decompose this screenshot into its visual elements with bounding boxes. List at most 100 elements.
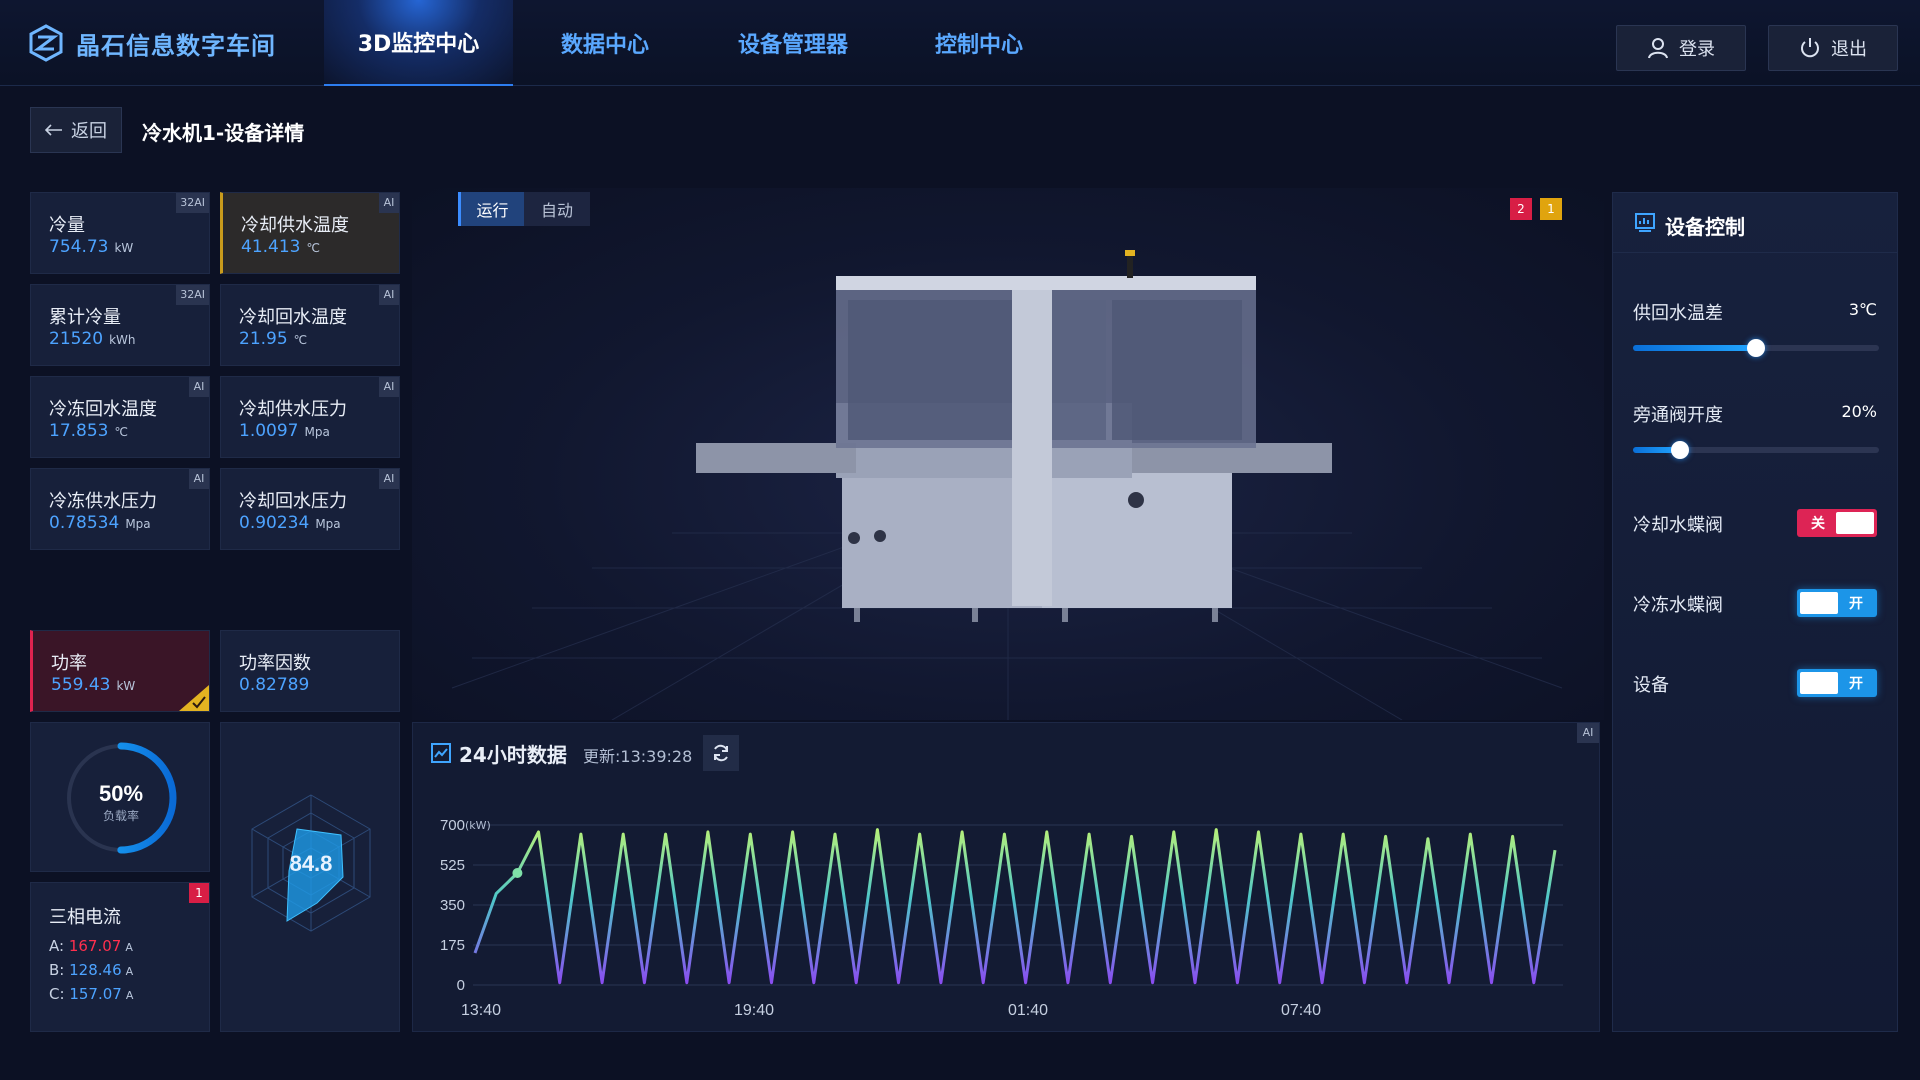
y-tick-label: 700 [440,817,465,834]
metric-value: 41.413 ℃ [241,237,320,257]
alarm-count-badge: 1 [189,883,209,903]
24h-data-chart-panel: 24小时数据 更新:13:39:28 AI 700 525 350 175 0 13:4… [412,722,1600,1032]
tab-3d-monitor[interactable]: 3D监控中心 [324,0,513,86]
phase-b-line: B: 128.46 A [49,961,134,979]
metric-card-cooling-supply-pressure[interactable]: 冷却供水压力 1.0097 Mpa AI [220,376,400,458]
line-chart: 700 525 350 175 0 13:40 19:40 01:40 07:40 (kW) [440,817,1563,1019]
toggle-label-chilled-valve: 冷冻水蝶阀 [1633,595,1723,616]
login-button[interactable]: 登录 [1616,25,1746,71]
device-control-panel: 设备控制 供回水温差 3℃ 旁通阀开度 20% 冷却水蝶阀 关 冷冻水蝶阀 开 … [1612,192,1898,1032]
tab-device-manager[interactable]: 设备管理器 [712,0,874,86]
toggle-knob [1800,592,1838,614]
metric-value: 0.78534 Mpa [49,513,151,533]
metric-value: 559.43 kW [51,675,136,695]
metric-value: 0.82789 [239,675,310,695]
metric-card-power[interactable]: 功率 559.43 kW [30,630,210,712]
user-icon [1648,38,1668,59]
slider-value-bypass-valve: 20% [1841,402,1877,421]
machine-model [451,250,1563,720]
series-line [473,828,1557,985]
metric-card-cooling-return-temp[interactable]: 冷却回水温度 21.95 ℃ AI [220,284,400,366]
metric-label: 冷却回水压力 [239,491,347,512]
metric-label: 冷却回水温度 [239,307,347,328]
phase-c-line: C: 157.07 A [49,985,134,1003]
metric-tag: 32AI [176,285,209,305]
bypass-valve-slider[interactable] [1633,441,1879,459]
metric-label: 累计冷量 [49,307,121,328]
metric-card-cooling-supply-temp[interactable]: 冷却供水温度 41.413 ℃ AI [220,192,400,274]
metric-label: 功率 [51,653,87,674]
three-phase-current-card[interactable]: 三相电流 1 A: 167.07 A B: 128.46 A C: 157.07 A [30,882,210,1032]
gauge-value: 50% [99,781,143,806]
toggle-label-cooling-valve: 冷却水蝶阀 [1633,515,1723,536]
brand[interactable]: 晶石信息数字车间 [28,24,276,62]
metric-card-cooling-return-pressure[interactable]: 冷却回水压力 0.90234 Mpa AI [220,468,400,550]
three-phase-label: 三相电流 [49,907,121,928]
slider-label-temp-diff: 供回水温差 [1633,303,1723,324]
toggle-knob [1836,512,1874,534]
control-panel-header: 设备控制 [1613,193,1897,253]
metric-card-chilled-supply-pressure[interactable]: 冷冻供水压力 0.78534 Mpa AI [30,468,210,550]
page-title: 冷水机1-设备详情 [142,121,305,145]
toggle-knob [1800,672,1838,694]
toggle-text: 开 [1849,596,1863,612]
radar-value: 84.8 [290,851,333,876]
x-tick-label: 13:40 [461,1002,501,1019]
x-tick-label: 07:40 [1281,1002,1321,1019]
metric-value: 754.73 kW [49,237,134,257]
check-corner-icon [179,685,209,711]
arrow-left-icon [45,124,62,136]
metric-label: 冷却供水压力 [239,399,347,420]
metric-card-cooling-capacity[interactable]: 冷量 754.73 kW 32AI [30,192,210,274]
y-tick-label: 350 [440,897,465,914]
temp-diff-slider[interactable] [1633,339,1879,357]
brand-logo-icon [29,24,63,62]
metric-card-cumulative-cooling[interactable]: 累计冷量 21520 kWh 32AI [30,284,210,366]
back-label: 返回 [71,121,107,142]
gauge-label: 负载率 [103,808,139,823]
gauge-svg: 50% 负载率 [65,742,177,854]
metric-label: 冷却供水温度 [241,215,349,236]
power-icon [1801,38,1819,58]
toggle-text: 开 [1849,676,1863,692]
dashboard-icon [1635,213,1655,232]
phase-a-line: A: 167.07 A [49,937,133,955]
metric-tag: AI [379,285,399,305]
slider-thumb[interactable] [1747,339,1765,357]
device-toggle[interactable]: 开 [1797,669,1877,697]
metric-label: 冷量 [49,215,85,236]
logout-button[interactable]: 退出 [1768,25,1898,71]
tab-data-center[interactable]: 数据中心 [530,0,680,86]
metric-tag: AI [189,377,209,397]
metric-value: 21.95 ℃ [239,329,308,349]
chilled-valve-toggle[interactable]: 开 [1797,589,1877,617]
series-point-marker [512,868,523,878]
radar-chart: 84.8 [251,794,371,932]
top-navigation-bar: 晶石信息数字车间 3D监控中心 数据中心 设备管理器 控制中心 登录 退出 [0,0,1920,86]
3d-model-viewer[interactable]: 运行 自动 2 1 [412,188,1604,720]
logout-label: 退出 [1831,39,1867,60]
metric-tag: 32AI [176,193,209,213]
back-button[interactable]: 返回 [30,107,122,153]
metric-tag: AI [189,469,209,489]
x-tick-label: 19:40 [734,1002,774,1019]
slider-thumb[interactable] [1670,441,1689,459]
metric-card-power-factor[interactable]: 功率因数 0.82789 [220,630,400,712]
y-tick-label: 0 [457,977,465,994]
load-rate-gauge: 50% 负载率 [30,722,210,872]
metric-tag: AI [379,193,399,213]
slider-label-bypass-valve: 旁通阀开度 [1633,405,1723,426]
login-label: 登录 [1679,39,1715,60]
metric-value: 0.90234 Mpa [239,513,341,533]
metric-label: 冷冻回水温度 [49,399,157,420]
metric-card-chilled-return-temp[interactable]: 冷冻回水温度 17.853 ℃ AI [30,376,210,458]
metric-value: 17.853 ℃ [49,421,128,441]
metric-label: 冷冻供水压力 [49,491,157,512]
tab-control-center[interactable]: 控制中心 [904,0,1054,86]
cooling-valve-toggle[interactable]: 关 [1797,509,1877,537]
y-tick-label: 175 [440,937,465,954]
x-tick-label: 01:40 [1008,1002,1048,1019]
y-tick-label: 525 [440,857,465,874]
metric-tag: AI [379,469,399,489]
metric-value: 21520 kWh [49,329,136,349]
